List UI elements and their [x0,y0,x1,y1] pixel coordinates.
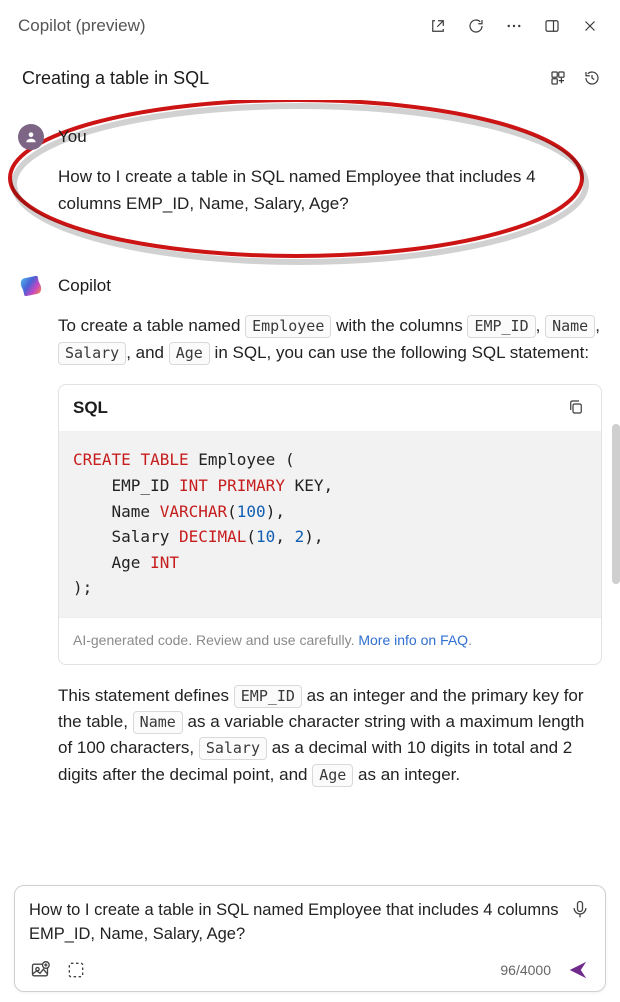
inline-code: Age [169,342,210,365]
inline-code: Employee [245,315,331,338]
char-counter: 96/4000 [500,962,551,978]
code-block-header: SQL [59,385,601,431]
more-menu-button[interactable] [498,10,530,42]
dock-button[interactable] [536,10,568,42]
scrollbar-thumb[interactable] [612,424,620,584]
code-language-label: SQL [73,395,108,421]
close-button[interactable] [574,10,606,42]
user-message: You How to I create a table in SQL named… [18,124,602,217]
add-image-button[interactable] [29,959,51,981]
copy-code-button[interactable] [567,398,587,418]
inline-code: Salary [58,342,126,365]
conversation-title: Creating a table in SQL [22,68,538,89]
assistant-message: Copilot To create a table named Employee… [18,273,602,788]
code-content: CREATE TABLE Employee ( EMP_ID INT PRIMA… [59,431,601,617]
code-block: SQL CREATE TABLE Employee ( EMP_ID INT P… [58,384,602,665]
send-button[interactable] [565,957,591,983]
chat-input-text[interactable]: How to I create a table in SQL named Emp… [29,898,561,948]
inline-code: Name [545,315,595,338]
inline-code: Name [133,711,183,734]
user-sender-label: You [58,124,602,150]
mic-button[interactable] [569,898,591,920]
assistant-explanation-text: This statement defines EMP_ID as an inte… [58,683,602,788]
faq-link[interactable]: More info on FAQ [358,632,468,648]
chat-input-box[interactable]: How to I create a table in SQL named Emp… [14,885,606,993]
assistant-sender-label: Copilot [58,273,602,299]
inline-code: EMP_ID [234,685,302,708]
history-button[interactable] [578,64,606,92]
copilot-avatar-icon [18,273,44,299]
input-footer: How to I create a table in SQL named Emp… [0,875,620,1002]
open-new-window-button[interactable] [422,10,454,42]
input-toolbar: 96/4000 [29,957,591,983]
refresh-button[interactable] [460,10,492,42]
assistant-intro-text: To create a table named Employee with th… [58,313,602,366]
plugins-button[interactable] [544,64,572,92]
panel-title: Copilot (preview) [18,16,416,36]
screenshot-button[interactable] [65,959,87,981]
inline-code: Age [312,764,353,787]
copilot-panel: Copilot (preview) Creating a table in SQ… [0,0,620,1002]
conversation-body: You How to I create a table in SQL named… [0,100,620,875]
user-message-text: How to I create a table in SQL named Emp… [58,164,602,217]
user-avatar [18,124,44,150]
panel-header: Copilot (preview) [0,0,620,50]
code-block-footer: AI-generated code. Review and use carefu… [59,617,601,664]
conversation-subheader: Creating a table in SQL [0,50,620,100]
inline-code: EMP_ID [467,315,535,338]
inline-code: Salary [199,737,267,760]
